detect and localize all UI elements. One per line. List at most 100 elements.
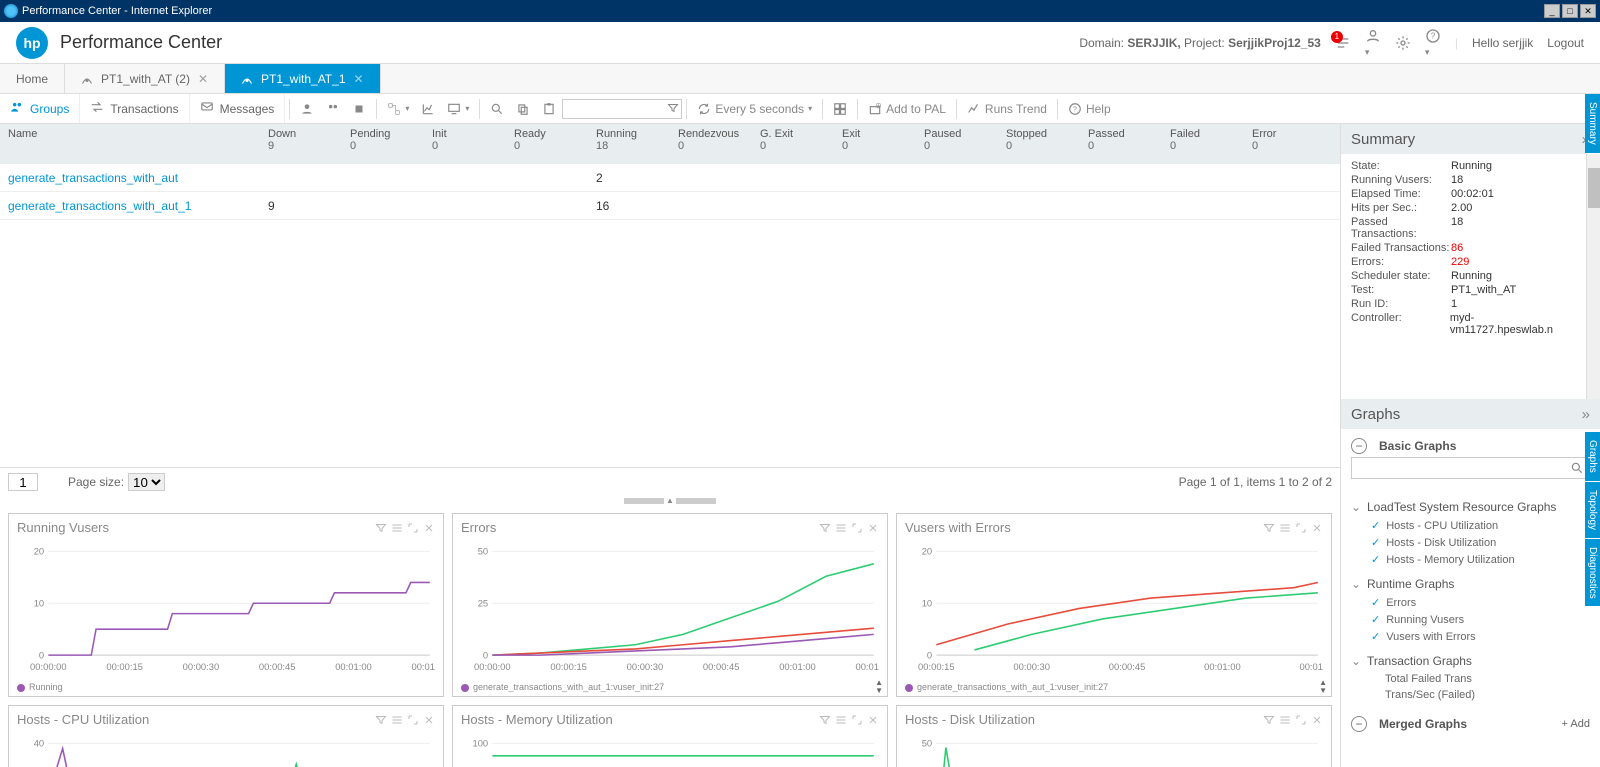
- close-icon[interactable]: [867, 522, 879, 534]
- close-icon[interactable]: ✕: [354, 72, 364, 86]
- column-header[interactable]: Stopped0: [998, 128, 1080, 152]
- tb-copy-icon[interactable]: [510, 94, 536, 123]
- tb-tree-icon[interactable]: ▾: [381, 94, 415, 123]
- expand-icon[interactable]: [851, 522, 863, 534]
- close-window-button[interactable]: ✕: [1580, 4, 1596, 18]
- expand-icon[interactable]: [1295, 714, 1307, 726]
- close-icon[interactable]: [1311, 714, 1323, 726]
- column-header[interactable]: Init0: [424, 128, 506, 152]
- group-name-link[interactable]: generate_transactions_with_aut_1: [0, 199, 260, 213]
- page-size-select[interactable]: 10: [128, 473, 165, 491]
- user-menu-icon[interactable]: ▾: [1365, 28, 1381, 58]
- tb-user-icon[interactable]: [294, 94, 320, 123]
- chevron-down-icon: ⌄: [1351, 577, 1361, 591]
- expand-icon[interactable]: [1295, 522, 1307, 534]
- column-header[interactable]: Name: [0, 128, 260, 140]
- subtab-groups[interactable]: Groups: [0, 94, 80, 123]
- menu-icon[interactable]: [1279, 714, 1291, 726]
- legend-scroll[interactable]: ▲▼: [875, 679, 883, 695]
- help-icon[interactable]: ? ▾: [1425, 28, 1441, 58]
- tree-group-header[interactable]: ⌄Runtime Graphs: [1351, 574, 1590, 594]
- notification-icon[interactable]: 1: [1335, 35, 1351, 51]
- side-tab-diagnostics[interactable]: Diagnostics: [1585, 539, 1600, 608]
- domain-project-info: Domain: SERJJIK, Project: SerjjikProj12_…: [1079, 36, 1321, 50]
- tree-item[interactable]: ✓Running Vusers: [1351, 611, 1590, 628]
- filter-input[interactable]: [563, 100, 681, 118]
- filter-icon[interactable]: [375, 522, 387, 534]
- tb-search-icon[interactable]: [484, 94, 510, 123]
- filter-icon[interactable]: [819, 522, 831, 534]
- tab-pt1-1[interactable]: PT1_with_AT_1 ✕: [225, 64, 381, 93]
- menu-icon[interactable]: [1279, 522, 1291, 534]
- expand-icon[interactable]: [851, 714, 863, 726]
- add-merged-link[interactable]: + Add: [1562, 718, 1590, 730]
- settings-icon[interactable]: [1395, 35, 1411, 51]
- column-header[interactable]: G. Exit0: [752, 128, 834, 152]
- page-input[interactable]: [8, 473, 38, 491]
- column-header[interactable]: Paused0: [916, 128, 998, 152]
- column-header[interactable]: Ready0: [506, 128, 588, 152]
- pager-status: Page 1 of 1, items 1 to 2 of 2: [1179, 475, 1332, 489]
- side-tab-topology[interactable]: Topology: [1585, 482, 1600, 539]
- tb-paste-icon[interactable]: [536, 94, 562, 123]
- help-button[interactable]: ? Help: [1062, 94, 1117, 123]
- side-tab-summary[interactable]: Summary: [1585, 94, 1600, 154]
- menu-icon[interactable]: [835, 714, 847, 726]
- menu-icon[interactable]: [391, 522, 403, 534]
- graphs-search-input[interactable]: [1351, 457, 1590, 479]
- column-header[interactable]: Exit0: [834, 128, 916, 152]
- tb-chart-icon[interactable]: [415, 94, 441, 123]
- tab-home[interactable]: Home: [0, 64, 65, 93]
- column-header[interactable]: Down9: [260, 128, 342, 152]
- close-icon[interactable]: [423, 714, 435, 726]
- column-header[interactable]: Pending0: [342, 128, 424, 152]
- merged-graphs-header[interactable]: − Merged Graphs + Add: [1351, 713, 1590, 735]
- subtab-messages[interactable]: Messages: [190, 94, 286, 123]
- minimize-button[interactable]: _: [1544, 4, 1560, 18]
- tree-item[interactable]: ✓Hosts - Disk Utilization: [1351, 534, 1590, 551]
- tree-item[interactable]: ✓Hosts - CPU Utilization: [1351, 517, 1590, 534]
- tree-group-header[interactable]: ⌄Transaction Graphs: [1351, 651, 1590, 671]
- filter-icon[interactable]: [1263, 522, 1275, 534]
- column-header[interactable]: Passed0: [1080, 128, 1162, 152]
- runs-trend-button[interactable]: Runs Trend: [961, 94, 1053, 123]
- tree-item[interactable]: ✓Errors: [1351, 594, 1590, 611]
- expand-icon[interactable]: [407, 522, 419, 534]
- splitter[interactable]: ▲: [0, 497, 1340, 505]
- menu-icon[interactable]: [391, 714, 403, 726]
- close-icon[interactable]: [1311, 522, 1323, 534]
- refresh-dropdown[interactable]: Every 5 seconds ▾: [691, 94, 818, 123]
- add-to-pal-button[interactable]: Add to PAL: [862, 94, 952, 123]
- column-header[interactable]: Error0: [1244, 128, 1326, 152]
- tree-group-header[interactable]: ⌄LoadTest System Resource Graphs: [1351, 497, 1590, 517]
- tb-monitor-icon[interactable]: ▾: [441, 94, 475, 123]
- subtab-transactions[interactable]: Transactions: [80, 94, 189, 123]
- tree-item[interactable]: Total Failed Trans: [1351, 671, 1590, 687]
- group-name-link[interactable]: generate_transactions_with_aut: [0, 171, 260, 185]
- filter-icon[interactable]: [375, 714, 387, 726]
- logout-link[interactable]: Logout: [1547, 36, 1584, 50]
- side-tab-graphs[interactable]: Graphs: [1585, 432, 1600, 482]
- close-icon[interactable]: ✕: [198, 72, 208, 86]
- basic-graphs-header[interactable]: − Basic Graphs: [1351, 435, 1590, 457]
- filter-icon[interactable]: [819, 714, 831, 726]
- search-icon[interactable]: [1570, 461, 1584, 478]
- tree-item[interactable]: ✓Hosts - Memory Utilization: [1351, 551, 1590, 568]
- column-header[interactable]: Running18: [588, 128, 670, 152]
- legend-scroll[interactable]: ▲▼: [1319, 679, 1327, 695]
- tb-layout-icon[interactable]: [827, 94, 853, 123]
- menu-icon[interactable]: [835, 522, 847, 534]
- tb-stop-icon[interactable]: [346, 94, 372, 123]
- tree-item[interactable]: ✓Vusers with Errors: [1351, 628, 1590, 645]
- close-icon[interactable]: [423, 522, 435, 534]
- close-icon[interactable]: [867, 714, 879, 726]
- expand-icon[interactable]: [407, 714, 419, 726]
- filter-icon[interactable]: [1263, 714, 1275, 726]
- column-header[interactable]: Failed0: [1162, 128, 1244, 152]
- tb-group-icon[interactable]: [320, 94, 346, 123]
- tree-item[interactable]: Trans/Sec (Failed): [1351, 687, 1590, 703]
- tab-pt1-2[interactable]: PT1_with_AT (2) ✕: [65, 64, 225, 93]
- maximize-button[interactable]: □: [1562, 4, 1578, 18]
- column-header[interactable]: Rendezvous0: [670, 128, 752, 152]
- filter-icon[interactable]: [667, 102, 679, 117]
